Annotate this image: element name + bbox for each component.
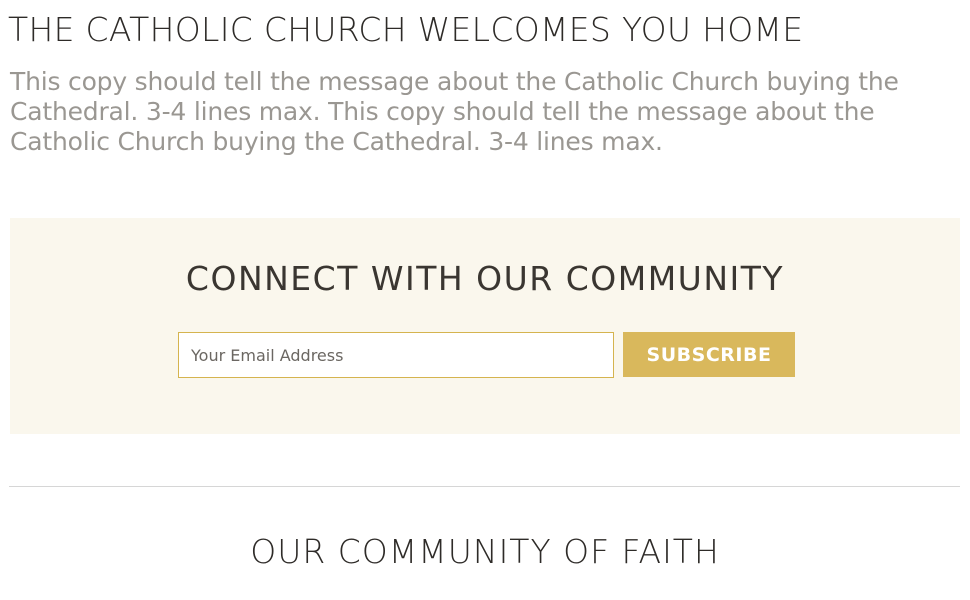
connect-title: CONNECT WITH OUR COMMUNITY <box>185 259 785 298</box>
subscribe-button[interactable]: SUBSCRIBE <box>623 332 795 377</box>
hero-title: THE CATHOLIC CHURCH WELCOMES YOU HOME <box>8 10 804 49</box>
community-title: OUR COMMUNITY OF FAITH <box>250 532 720 571</box>
hero-copy: This copy should tell the message about … <box>10 67 899 156</box>
connect-section <box>10 218 960 434</box>
email-input[interactable] <box>178 332 614 378</box>
section-divider <box>9 486 960 487</box>
page: THE CATHOLIC CHURCH WELCOMES YOU HOME Th… <box>0 0 970 600</box>
